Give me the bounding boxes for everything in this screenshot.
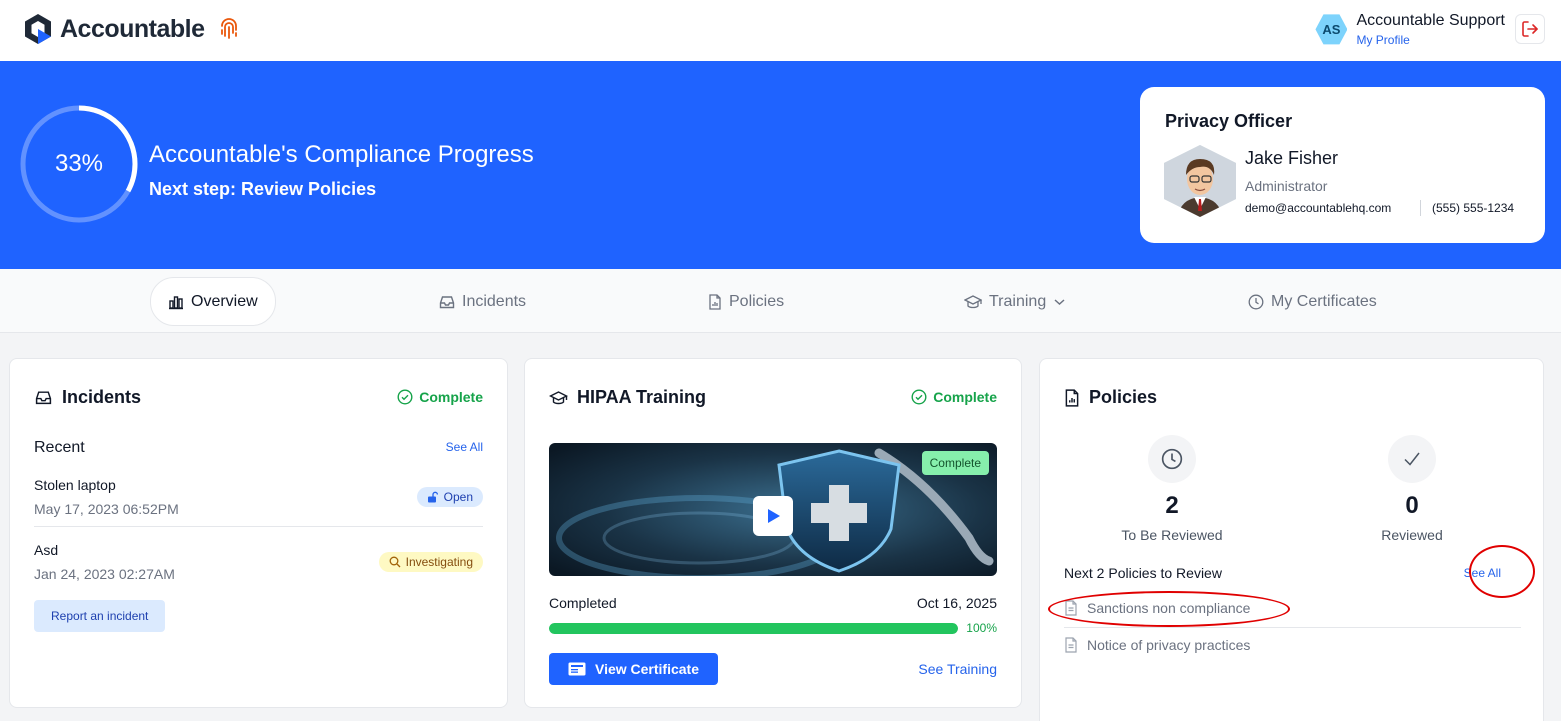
logout-button[interactable] — [1515, 14, 1545, 44]
logo-mark-icon — [25, 14, 51, 44]
video-complete-badge: Complete — [921, 451, 989, 475]
policies-card-title: Policies — [1089, 387, 1158, 407]
privacy-officer-heading: Privacy Officer — [1165, 111, 1293, 131]
divider — [1064, 627, 1521, 628]
training-progress-bar — [549, 623, 958, 634]
tab-incidents[interactable]: Incidents — [439, 277, 526, 326]
status-badge-investigating: Investigating — [378, 552, 483, 572]
tab-label: Incidents — [462, 292, 527, 310]
tab-label: My Certificates — [1271, 292, 1377, 310]
training-status: Complete — [911, 389, 997, 405]
tab-overview[interactable]: Overview — [150, 277, 276, 326]
document-icon — [1065, 388, 1079, 407]
officer-phone[interactable]: (555) 555-1234 — [1432, 201, 1514, 215]
my-profile-link[interactable]: My Profile — [1356, 33, 1505, 47]
reviewed-label: Reviewed — [1381, 527, 1443, 543]
tab-label: Policies — [729, 292, 785, 310]
to-be-reviewed-count: 2 — [1165, 492, 1179, 519]
chart-icon — [169, 295, 183, 309]
incident-name: Stolen laptop — [34, 477, 116, 493]
logout-icon — [1522, 21, 1538, 37]
tab-training[interactable]: Training — [964, 277, 1065, 326]
document-icon — [709, 293, 721, 310]
incident-row[interactable]: Asd Jan 24, 2023 02:27AM Investigating — [34, 542, 483, 582]
incidents-card: Incidents Complete Recent See All Stolen… — [9, 358, 508, 708]
incidents-card-title: Incidents — [62, 387, 142, 407]
document-icon — [1065, 637, 1077, 653]
progress-percent: 33% — [54, 150, 104, 177]
next-step: Next step: Review Policies — [149, 179, 377, 199]
check-circle-icon — [911, 389, 927, 405]
training-card: HIPAA Training Complete Complete Complet… — [524, 358, 1022, 708]
status-label: Complete — [933, 389, 997, 405]
progress-fill — [549, 623, 958, 634]
incidents-see-all-link[interactable]: See All — [446, 440, 483, 454]
checkmark-icon — [1404, 452, 1420, 466]
tab-my-certificates[interactable]: My Certificates — [1248, 277, 1377, 326]
completed-date: Oct 16, 2025 — [916, 595, 997, 611]
clock-icon — [1161, 448, 1183, 470]
see-training-link[interactable]: See Training — [918, 661, 997, 677]
policy-name: Notice of privacy practices — [1087, 637, 1251, 653]
tab-label: Training — [989, 292, 1047, 310]
officer-avatar — [1164, 145, 1236, 217]
status-text: Open — [443, 490, 473, 504]
logo[interactable]: Accountable — [24, 13, 239, 45]
tab-policies[interactable]: Policies — [708, 277, 784, 326]
status-text: Investigating — [405, 555, 473, 569]
unlock-icon — [427, 491, 438, 503]
fingerprint-icon — [220, 18, 237, 39]
incidents-status: Complete — [397, 389, 483, 405]
play-button[interactable] — [753, 496, 793, 536]
training-card-title: HIPAA Training — [577, 387, 707, 407]
next-policies-label: Next 2 Policies to Review — [1064, 565, 1222, 581]
completed-label: Completed — [549, 595, 617, 611]
user-avatar: AS — [1315, 14, 1348, 45]
to-be-reviewed-label: To Be Reviewed — [1121, 527, 1223, 543]
magnifier-icon — [389, 556, 401, 568]
incident-row[interactable]: Stolen laptop May 17, 2023 06:52PM Open — [34, 477, 483, 517]
status-label: Complete — [419, 389, 483, 405]
view-certificate-button[interactable]: View Certificate — [549, 653, 718, 685]
divider — [1420, 200, 1421, 216]
hero-title: Accountable's Compliance Progress — [149, 141, 534, 168]
user-menu[interactable]: AS Accountable Support My Profile — [1315, 12, 1505, 47]
clock-icon — [1248, 294, 1264, 309]
officer-email[interactable]: demo@accountablehq.com — [1245, 201, 1391, 215]
graduation-cap-icon — [964, 294, 982, 308]
privacy-officer-card: Privacy Officer Jake Fisher Administrato… — [1140, 87, 1545, 243]
logo-text: Accountable — [60, 14, 205, 43]
tab-label: Overview — [191, 292, 258, 310]
status-badge-open: Open — [416, 487, 483, 507]
to-be-reviewed-stat: 2 To Be Reviewed — [1102, 435, 1242, 543]
incident-date: May 17, 2023 06:52PM — [34, 501, 179, 517]
certificate-icon — [568, 662, 586, 676]
reviewed-stat: 0 Reviewed — [1342, 435, 1482, 543]
report-incident-button[interactable]: Report an incident — [34, 600, 166, 632]
policies-card: Policies 2 To Be Reviewed 0 Reviewed Nex… — [1039, 358, 1544, 721]
top-bar: Accountable AS Accountable Support My Pr… — [0, 0, 1561, 61]
button-label: View Certificate — [594, 661, 699, 677]
user-name: Accountable Support — [1356, 12, 1505, 29]
inbox-icon — [439, 295, 455, 308]
play-icon — [768, 509, 780, 523]
progress-percent-label: 100% — [966, 621, 997, 635]
policy-item[interactable]: Notice of privacy practices — [1064, 637, 1250, 653]
annotation-circle — [1048, 591, 1290, 627]
training-video-thumbnail[interactable]: Complete — [549, 443, 997, 576]
reviewed-count: 0 — [1405, 492, 1419, 519]
annotation-circle — [1469, 545, 1535, 598]
recent-label: Recent — [34, 439, 85, 456]
tab-bar: Overview Incidents Policies Training My … — [0, 269, 1561, 333]
divider — [34, 526, 483, 527]
compliance-hero: 33% Accountable's Compliance Progress Ne… — [0, 61, 1561, 269]
check-circle-icon — [397, 389, 413, 405]
inbox-icon — [35, 391, 52, 405]
graduation-cap-icon — [549, 390, 568, 404]
chevron-down-icon — [1054, 298, 1065, 305]
officer-role: Administrator — [1245, 178, 1328, 194]
officer-name: Jake Fisher — [1245, 148, 1339, 168]
